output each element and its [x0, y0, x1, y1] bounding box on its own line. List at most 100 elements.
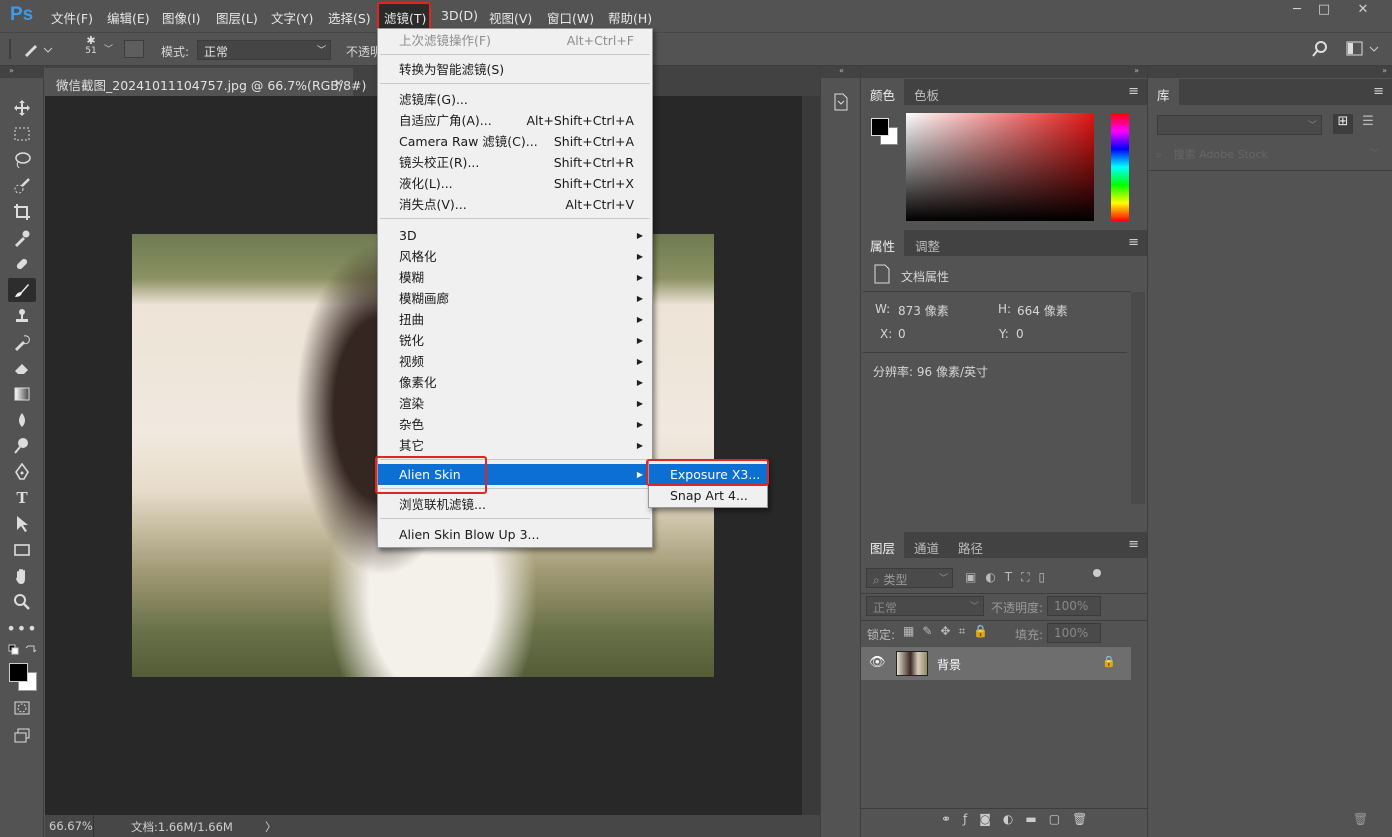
menu-filter-gallery[interactable]: 滤镜库(G)... [378, 89, 652, 110]
menu-sub-pixelate[interactable]: 像素化 ▶ [378, 372, 652, 393]
quick-mask-icon[interactable] [8, 696, 36, 720]
document-tab[interactable]: 微信截图_20241011104757.jpg @ 66.7%(RGB/8#) … [45, 68, 366, 96]
properties-scrollbar[interactable] [1131, 292, 1145, 504]
collapse-right-icon[interactable]: » [861, 66, 1148, 78]
menu-sub-stylize[interactable]: 风格化 ▶ [378, 246, 652, 267]
menu-help[interactable]: 帮助(H) [608, 8, 652, 27]
rectangle-tool-icon[interactable] [8, 538, 36, 562]
tab-paths[interactable]: 路径 [949, 532, 992, 558]
close-button[interactable]: ✕ [1350, 2, 1376, 22]
layer-filter-icons[interactable]: ▣◐T⛶▯ [965, 570, 1105, 586]
panel-menu-icon[interactable]: ≡ [1373, 84, 1384, 99]
menu-sub-sharpen[interactable]: 锐化 ▶ [378, 330, 652, 351]
panel-menu-icon[interactable]: ≡ [1128, 537, 1139, 552]
mode-select[interactable]: 正常 ﹀ [197, 40, 331, 60]
maximize-button[interactable]: □ [1311, 2, 1337, 22]
brush-size-icon[interactable]: ✱ 51 [80, 35, 102, 56]
gradient-tool-icon[interactable] [8, 382, 36, 406]
lock-icons[interactable]: ▦✎✥⌗🔒 [903, 624, 1013, 640]
zoom-tool-icon[interactable] [8, 590, 36, 614]
color-field[interactable] [906, 113, 1094, 221]
brush-panel-toggle-icon[interactable] [124, 40, 144, 58]
dodge-tool-icon[interactable] [8, 434, 36, 458]
menu-3d[interactable]: 3D(D) [441, 8, 478, 23]
menu-snap-art[interactable]: Snap Art 4... [649, 485, 767, 506]
chevron-down-icon[interactable]: ﹀ [104, 42, 113, 55]
eyedropper-tool-icon[interactable] [8, 226, 36, 250]
collapse-toolbar-icon[interactable]: » [0, 66, 44, 78]
library-select[interactable]: ﹀ [1157, 115, 1322, 135]
menu-view[interactable]: 视图(V) [489, 8, 532, 27]
marquee-tool-icon[interactable] [8, 122, 36, 146]
tab-channels[interactable]: 通道 [905, 532, 948, 558]
blend-mode-select[interactable]: 正常 ﹀ [866, 596, 984, 616]
menu-file[interactable]: 文件(F) [51, 8, 93, 27]
pen-tool-icon[interactable] [8, 460, 36, 484]
collapse-iconstrip-icon[interactable]: « [821, 66, 862, 78]
brush-tool-icon[interactable] [8, 278, 36, 302]
tab-libraries[interactable]: 库 [1148, 79, 1179, 105]
menu-window[interactable]: 窗口(W) [547, 8, 594, 27]
layer-actions-icons[interactable]: ⚭ƒ◙◐▬▢🗑 [941, 812, 1131, 830]
menu-edit[interactable]: 编辑(E) [107, 8, 150, 27]
history-brush-tool-icon[interactable] [8, 330, 36, 354]
menu-select[interactable]: 选择(S) [328, 8, 371, 27]
menu-browse-online-filters[interactable]: 浏览联机滤镜... [378, 494, 652, 515]
menu-sub-noise[interactable]: 杂色 ▶ [378, 414, 652, 435]
menu-camera-raw[interactable]: Camera Raw 滤镜(C)... Shift+Ctrl+A [378, 131, 652, 152]
status-menu-arrow-icon[interactable]: 〉 [265, 819, 277, 835]
filter-toggle-icon[interactable] [1093, 569, 1101, 577]
foreground-background-swatch[interactable] [8, 662, 38, 692]
menu-sub-render[interactable]: 渲染 ▶ [378, 393, 652, 414]
menu-image[interactable]: 图像(I) [162, 8, 200, 27]
quick-selection-tool-icon[interactable] [8, 174, 36, 198]
hand-tool-icon[interactable] [8, 564, 36, 588]
history-panel-icon[interactable] [832, 92, 850, 115]
menu-sub-distort[interactable]: 扭曲 ▶ [378, 309, 652, 330]
fill-input[interactable]: 100% [1047, 623, 1101, 643]
menu-alien-skin-blowup[interactable]: Alien Skin Blow Up 3... [378, 524, 652, 545]
menu-layer[interactable]: 图层(L) [216, 8, 258, 27]
visibility-eye-icon[interactable]: 👁 [869, 655, 886, 670]
menu-sub-video[interactable]: 视频 ▶ [378, 351, 652, 372]
search-icon[interactable] [1311, 40, 1329, 61]
move-tool-icon[interactable] [8, 96, 36, 120]
brush-preset-icon[interactable] [22, 40, 54, 61]
library-search[interactable]: ⌕ 搜索 Adobe Stock ﹀ [1156, 146, 1383, 164]
list-view-icon[interactable]: ☰ [1358, 114, 1378, 134]
tab-layers[interactable]: 图层 [861, 532, 905, 558]
grid-view-icon[interactable]: ⊞ [1333, 114, 1353, 134]
tab-properties[interactable]: 属性 [861, 230, 905, 256]
crop-tool-icon[interactable] [8, 200, 36, 224]
zoom-level[interactable]: 66.67% [49, 819, 93, 833]
vertical-scrollbar[interactable] [802, 96, 820, 815]
tab-swatches[interactable]: 色板 [905, 79, 948, 105]
menu-adaptive-wide-angle[interactable]: 自适应广角(A)... Alt+Shift+Ctrl+A [378, 110, 652, 131]
menu-sub-blur[interactable]: 模糊 ▶ [378, 267, 652, 288]
path-selection-tool-icon[interactable] [8, 512, 36, 536]
menu-sub-3d[interactable]: 3D ▶ [378, 225, 652, 246]
layer-opacity-input[interactable]: 100% [1047, 596, 1101, 616]
clone-stamp-tool-icon[interactable] [8, 304, 36, 328]
more-tools-icon[interactable]: ••• [6, 616, 36, 640]
minimize-button[interactable]: ─ [1284, 2, 1310, 22]
menu-liquify[interactable]: 液化(L)... Shift+Ctrl+X [378, 173, 652, 194]
blur-tool-icon[interactable] [8, 408, 36, 432]
type-tool-icon[interactable]: T [8, 486, 36, 510]
layer-name[interactable]: 背景 [937, 656, 961, 673]
library-trash-icon[interactable]: 🗑 [1353, 812, 1368, 826]
eraser-tool-icon[interactable] [8, 356, 36, 380]
menu-convert-smart-filter[interactable]: 转换为智能滤镜(S) [378, 59, 652, 80]
menu-vanishing-point[interactable]: 消失点(V)... Alt+Ctrl+V [378, 194, 652, 215]
healing-brush-tool-icon[interactable] [8, 252, 36, 276]
menu-sub-other[interactable]: 其它 ▶ [378, 435, 652, 456]
panel-menu-icon[interactable]: ≡ [1128, 235, 1139, 250]
default-colors-icon[interactable] [8, 644, 38, 658]
workspace-switcher-icon[interactable] [1346, 41, 1382, 60]
panel-menu-icon[interactable]: ≡ [1128, 84, 1139, 99]
menu-type[interactable]: 文字(Y) [271, 8, 313, 27]
lasso-tool-icon[interactable] [8, 148, 36, 172]
close-tab-icon[interactable]: × [334, 75, 344, 90]
layer-filter-select[interactable]: ⌕ 类型 ﹀ [866, 568, 953, 588]
hue-slider[interactable] [1111, 113, 1129, 221]
